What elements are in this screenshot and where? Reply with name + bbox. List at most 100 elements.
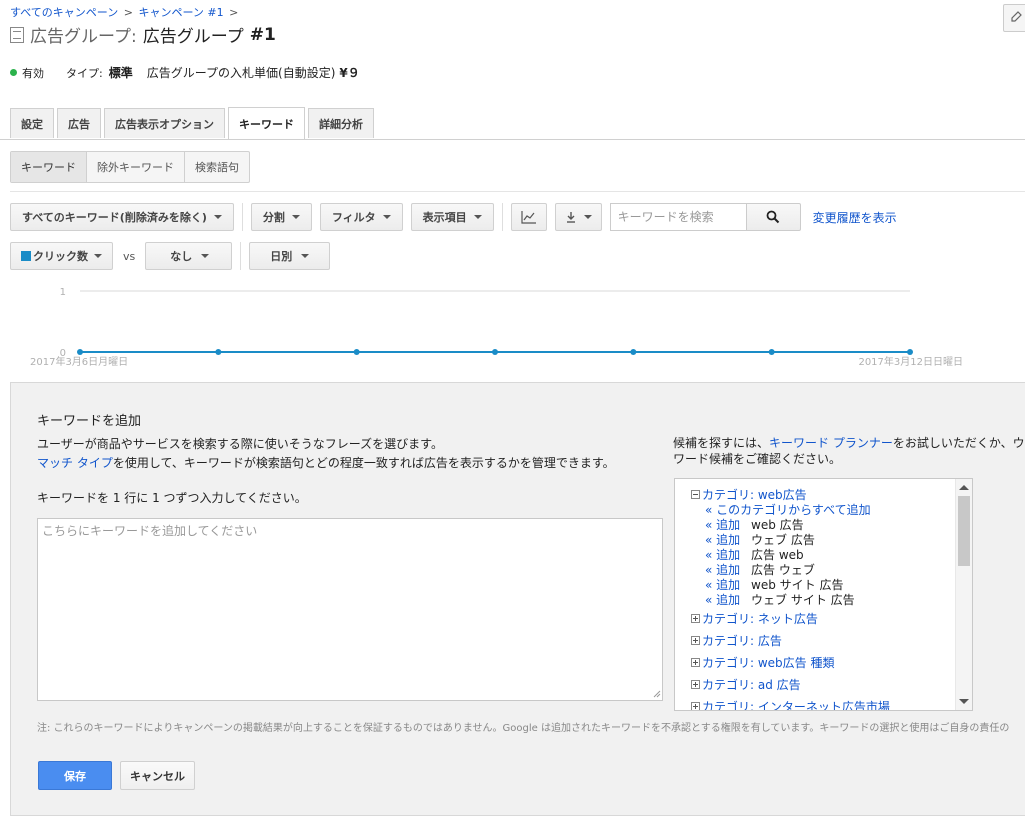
segment-dropdown[interactable]: 分割 xyxy=(250,203,312,231)
breadcrumb-all-campaigns[interactable]: すべてのキャンペーン xyxy=(10,6,118,19)
match-type-link[interactable]: マッチ タイプ xyxy=(37,456,113,470)
period-dropdown[interactable]: 日別 xyxy=(249,242,331,270)
suggested-keyword: ウェブ サイト 広告 xyxy=(751,593,855,607)
chevron-down-icon xyxy=(213,215,222,219)
category-label[interactable]: カテゴリ: web広告 種類 xyxy=(702,654,835,671)
tab-ad-extensions[interactable]: 広告表示オプション xyxy=(104,108,225,138)
category-row[interactable]: カテゴリ: web広告 種類 xyxy=(691,651,951,673)
category-row[interactable]: カテゴリ: インターネット広告市場 xyxy=(691,695,951,711)
panel-title: キーワードを追加 xyxy=(37,414,142,429)
subtab-search-terms[interactable]: 検索語句 xyxy=(184,152,249,182)
keyword-search-input[interactable] xyxy=(609,203,746,231)
suggestion-help-line2: ワード候補をご確認ください。 xyxy=(673,452,842,466)
search-button[interactable] xyxy=(745,203,801,231)
sub-tabs: キーワード 除外キーワード 検索語句 xyxy=(10,151,250,183)
suggestion-help-line1: 候補を探すには、キーワード プランナーをお試しいただくか、ウェブ xyxy=(673,435,1025,451)
metric1-color-swatch xyxy=(21,251,31,261)
data-point[interactable] xyxy=(907,349,913,355)
category-row[interactable]: カテゴリ: 広告 xyxy=(691,629,951,651)
change-history-link[interactable]: 変更履歴を表示 xyxy=(813,209,897,226)
category-label[interactable]: カテゴリ: ネット広告 xyxy=(702,610,818,627)
download-dropdown[interactable] xyxy=(554,203,602,231)
subtabs-divider xyxy=(10,191,1025,192)
keyword-instruction: キーワードを 1 行に 1 つずつ入力してください。 xyxy=(37,491,307,505)
data-point[interactable] xyxy=(630,349,637,355)
chart-toggle-button[interactable] xyxy=(510,203,547,231)
add-all-link[interactable]: « このカテゴリからすべて追加 xyxy=(691,502,951,517)
category-row-web-ad[interactable]: カテゴリ: web広告 xyxy=(691,487,951,502)
suggestion-row: « 追加 広告 ウェブ xyxy=(691,562,951,577)
edit-button[interactable] xyxy=(1003,4,1025,32)
page-title-prefix: 広告グループ: xyxy=(30,27,137,47)
add-keywords-panel: キーワードを追加 ユーザーが商品やサービスを検索する際に使いそうなフレーズを選び… xyxy=(10,382,1025,816)
data-point[interactable] xyxy=(215,349,222,355)
chevron-down-icon xyxy=(473,215,482,219)
scroll-thumb[interactable] xyxy=(958,496,970,566)
data-point[interactable] xyxy=(492,349,498,355)
filter-dropdown[interactable]: フィルタ xyxy=(319,203,403,231)
expand-icon[interactable] xyxy=(691,613,700,623)
tab-ads[interactable]: 広告 xyxy=(57,108,101,138)
tabs-divider xyxy=(0,139,1025,140)
chevron-down-icon xyxy=(291,215,300,219)
keyword-search xyxy=(609,203,801,231)
all-keywords-filter-dropdown[interactable]: すべてのキーワード(削除済みを除く) xyxy=(10,203,234,231)
tab-settings[interactable]: 設定 xyxy=(10,108,54,138)
cancel-button[interactable]: キャンセル xyxy=(120,761,195,790)
suggestion-row: « 追加 広告 web xyxy=(691,547,951,562)
disclaimer-note: 注: これらのキーワードによりキャンペーンの掲載結果が向上することを保証するもの… xyxy=(37,723,1010,734)
category-label[interactable]: カテゴリ: インターネット広告市場 xyxy=(702,698,890,711)
suggestion-list: カテゴリ: web広告 « このカテゴリからすべて追加 « 追加 web 広告 «… xyxy=(691,487,951,711)
suggestion-help: 候補を探すには、キーワード プランナーをお試しいただくか、ウェブ ワード候補をご… xyxy=(673,435,1025,467)
breadcrumb-separator: > xyxy=(123,6,133,19)
toolbar-divider xyxy=(241,203,243,231)
suggestion-row: « 追加 ウェブ 広告 xyxy=(691,532,951,547)
resize-grip-icon[interactable] xyxy=(651,688,661,698)
chevron-down-icon xyxy=(583,215,592,219)
metric1-dropdown[interactable]: クリック数 xyxy=(10,242,113,270)
expand-icon[interactable] xyxy=(691,657,700,667)
scroll-down-arrow-icon[interactable] xyxy=(959,699,969,704)
suggestion-row: « 追加 web 広告 xyxy=(691,517,951,532)
category-row[interactable]: カテゴリ: ad 広告 xyxy=(691,673,951,695)
keywords-textarea[interactable] xyxy=(37,518,663,701)
save-button[interactable]: 保存 xyxy=(38,761,112,790)
document-icon xyxy=(10,26,24,43)
data-point[interactable] xyxy=(768,349,775,355)
line-chart-icon xyxy=(521,211,536,224)
bid-value[interactable]: ¥９ xyxy=(339,64,359,81)
expand-icon[interactable] xyxy=(691,635,700,645)
columns-dropdown[interactable]: 表示項目 xyxy=(410,203,494,231)
x-tick-label-start: 2017年3月6日月曜日 xyxy=(30,355,128,368)
category-label[interactable]: カテゴリ: ad 広告 xyxy=(702,676,801,693)
tab-keywords[interactable]: キーワード xyxy=(228,107,305,139)
tab-analysis[interactable]: 詳細分析 xyxy=(308,108,374,138)
breadcrumb-campaign[interactable]: キャンペーン #1 xyxy=(138,6,223,19)
data-point[interactable] xyxy=(77,349,83,355)
subtab-keywords[interactable]: キーワード xyxy=(11,152,86,182)
chart-series-clicks xyxy=(77,349,913,355)
suggestions-scrollbar[interactable] xyxy=(955,479,972,710)
metric2-dropdown[interactable]: なし xyxy=(145,242,233,270)
category-row[interactable]: カテゴリ: ネット広告 xyxy=(691,607,951,629)
subtab-negative-keywords[interactable]: 除外キーワード xyxy=(86,152,184,182)
category-label[interactable]: カテゴリ: 広告 xyxy=(702,632,782,649)
add-keyword-link[interactable]: « 追加 xyxy=(705,591,751,608)
keyword-planner-link[interactable]: キーワード プランナー xyxy=(769,436,893,450)
page-title-name: 広告グループ xyxy=(142,27,244,47)
data-point[interactable] xyxy=(353,349,360,355)
expand-icon[interactable] xyxy=(691,701,700,710)
type-value: 標準 xyxy=(108,66,133,80)
panel-desc-line2: マッチ タイプを使用して、キーワードが検索語句とどの程度一致すれば広告を表示する… xyxy=(37,454,615,473)
collapse-icon[interactable] xyxy=(691,490,700,499)
scroll-up-arrow-icon[interactable] xyxy=(959,485,969,490)
status-row: 有効 タイプ: 標準 広告グループの入札単価(自動設定) ¥９ xyxy=(10,64,360,81)
suggestion-row: « 追加 web サイト 広告 xyxy=(691,577,951,592)
expand-icon[interactable] xyxy=(691,679,700,689)
status-state[interactable]: 有効 xyxy=(22,65,44,81)
main-tabs: 設定 広告 広告表示オプション キーワード 詳細分析 xyxy=(10,107,374,139)
chevron-down-icon xyxy=(201,254,210,258)
x-tick-label-end: 2017年3月12日日曜日 xyxy=(858,355,963,368)
panel-desc-line2-text: を使用して、キーワードが検索語句とどの程度一致すれば広告を表示するかを管理できま… xyxy=(112,456,615,470)
breadcrumb: すべてのキャンペーン > キャンペーン #1 > xyxy=(10,4,240,20)
